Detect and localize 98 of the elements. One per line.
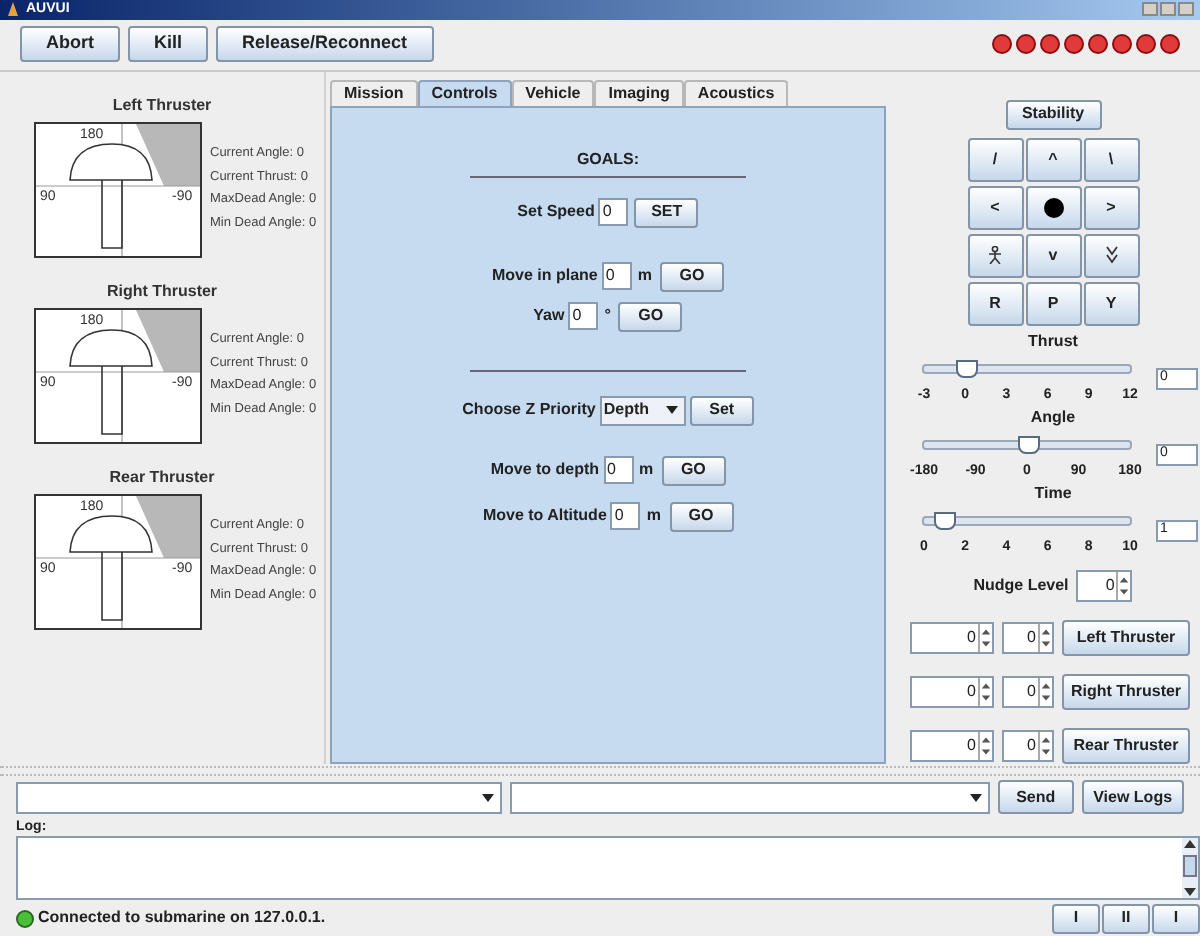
spinner-field[interactable]: 0: [1002, 621, 1054, 654]
unit-label: °: [602, 304, 613, 329]
slider-label: Thrust: [1028, 333, 1078, 350]
thruster-drawing: [69, 142, 153, 248]
direction-button[interactable]: v: [1025, 233, 1081, 278]
thruster-title: Right Thruster: [104, 283, 220, 300]
unit-label: m: [644, 504, 664, 529]
status-button[interactable]: II: [1102, 903, 1150, 934]
minimize-button[interactable]: [1142, 2, 1158, 17]
spinner-field[interactable]: 0: [1002, 675, 1054, 708]
direction-button[interactable]: [1025, 185, 1081, 230]
direction-button[interactable]: <: [967, 185, 1023, 230]
input-field[interactable]: 0: [598, 198, 629, 227]
field-label: Move in plane: [491, 264, 598, 289]
thruster-button[interactable]: Right Thruster: [1062, 673, 1190, 710]
dead-zone-shading: [136, 123, 200, 186]
maximize-button[interactable]: [1160, 2, 1176, 17]
scrollbar-icon: [1182, 837, 1198, 898]
direction-button[interactable]: >: [1083, 185, 1139, 230]
direction-button[interactable]: R: [967, 281, 1023, 326]
command-dropdown[interactable]: [510, 781, 991, 814]
toolbar-button[interactable]: Kill: [128, 26, 209, 63]
input-field[interactable]: 0: [610, 502, 641, 531]
status-button[interactable]: I: [1152, 903, 1200, 934]
direction-button[interactable]: ^: [1025, 137, 1081, 182]
dead-zone-shading: [136, 309, 200, 372]
dropdown-value: Depth: [603, 398, 652, 423]
field-label: Move to depth: [490, 458, 600, 483]
slider-thumb[interactable]: [934, 511, 957, 530]
spinner-field[interactable]: 0: [910, 621, 994, 654]
nudge-label: Nudge Level: [973, 573, 1069, 598]
direction-button[interactable]: [967, 233, 1023, 278]
stability-button[interactable]: Stability: [1005, 99, 1101, 130]
dead-zone-shading: [136, 495, 200, 558]
action-button[interactable]: Set: [689, 395, 754, 426]
unit-label: m: [637, 458, 656, 483]
toolbar-button[interactable]: Abort: [20, 26, 120, 63]
unit-label: m: [635, 264, 655, 289]
tab[interactable]: Imaging: [594, 79, 684, 106]
spinner-field[interactable]: 0: [1002, 729, 1054, 762]
slider-label: Time: [1034, 485, 1072, 502]
field-label: Move to Altitude: [482, 504, 607, 529]
input-field[interactable]: 0: [601, 262, 632, 291]
double-chevron-down-icon: [1105, 246, 1117, 265]
spinner-arrows-icon: [1038, 623, 1052, 652]
action-button[interactable]: GO: [660, 261, 725, 292]
spinner-arrows-icon: [1116, 571, 1131, 600]
figure-icon: [988, 246, 1002, 265]
field-label: Yaw: [533, 304, 565, 329]
field-label: Choose Z Priority: [462, 398, 596, 423]
command-dropdown[interactable]: [16, 781, 503, 814]
tab[interactable]: Vehicle: [511, 79, 595, 106]
splitter[interactable]: [0, 765, 1200, 777]
thruster-drawing: [69, 514, 153, 620]
spinner-field[interactable]: 0: [1076, 569, 1133, 602]
spinner-arrows-icon: [1038, 677, 1052, 706]
priority-dropdown[interactable]: Depth: [599, 395, 686, 426]
action-button[interactable]: GO: [669, 501, 734, 532]
thruster-title: Left Thruster: [110, 97, 214, 114]
field-label: Set Speed: [517, 200, 595, 225]
input-field[interactable]: 0: [568, 302, 599, 331]
dropdown-arrow-icon: [970, 793, 983, 802]
spinner-field[interactable]: 0: [910, 729, 994, 762]
spinner-field[interactable]: 0: [910, 675, 994, 708]
spinner-arrows-icon: [978, 623, 992, 652]
direction-button[interactable]: Y: [1083, 281, 1139, 326]
slider-thumb[interactable]: [955, 359, 978, 378]
thruster-button[interactable]: Rear Thruster: [1062, 727, 1190, 764]
goals-heading: GOALS:: [576, 151, 640, 168]
dropdown-arrow-icon: [482, 793, 495, 802]
status-message: Connected to submarine on 127.0.0.1.: [38, 906, 326, 931]
dot-icon: [1043, 197, 1063, 218]
direction-button[interactable]: \: [1083, 137, 1139, 182]
log-area[interactable]: [16, 835, 1200, 900]
command-button[interactable]: Send: [998, 780, 1074, 815]
thruster-button[interactable]: Left Thruster: [1062, 619, 1190, 656]
tab[interactable]: Acoustics: [683, 79, 789, 106]
slider-label: Angle: [1030, 409, 1076, 426]
tab[interactable]: Controls: [417, 79, 512, 106]
thruster-drawing: [69, 328, 153, 434]
close-button[interactable]: [1178, 2, 1194, 17]
command-button[interactable]: View Logs: [1081, 780, 1185, 815]
status-button[interactable]: I: [1052, 903, 1100, 934]
input-field[interactable]: 0: [603, 456, 634, 485]
spinner-arrows-icon: [1038, 731, 1052, 760]
action-button[interactable]: GO: [618, 301, 683, 332]
action-button[interactable]: SET: [634, 197, 699, 228]
spinner-arrows-icon: [978, 731, 992, 760]
thruster-title: Rear Thruster: [107, 469, 217, 486]
action-button[interactable]: GO: [661, 455, 726, 486]
slider-thumb[interactable]: [1017, 435, 1039, 454]
toolbar-button[interactable]: Release/Reconnect: [216, 26, 434, 63]
direction-button[interactable]: P: [1025, 281, 1081, 326]
spinner-arrows-icon: [978, 677, 992, 706]
dropdown-arrow-icon: [665, 406, 678, 415]
tab[interactable]: Mission: [330, 79, 418, 106]
direction-button[interactable]: /: [967, 137, 1023, 182]
app-icon: [6, 1, 20, 18]
